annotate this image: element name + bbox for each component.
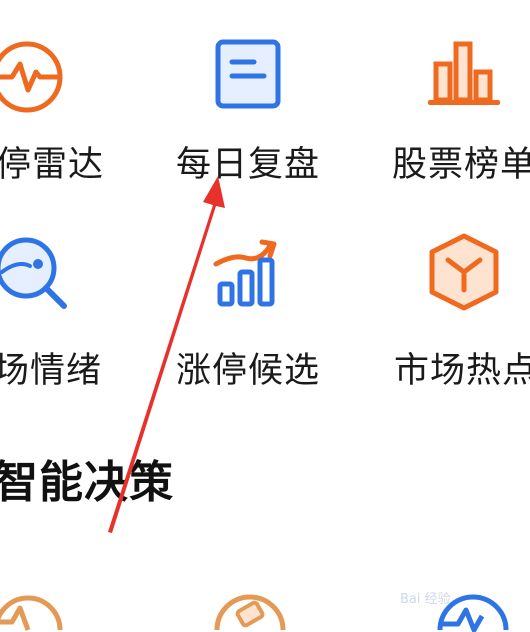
bar-chart-icon xyxy=(428,41,500,105)
tool-icon xyxy=(214,594,286,631)
watermark: Bai 经验 xyxy=(400,592,451,607)
menu-item-label: 场情绪 xyxy=(0,351,103,391)
document-icon xyxy=(215,39,281,109)
growth-chart-icon xyxy=(213,239,277,307)
menu-item-label: 每日复盘 xyxy=(176,145,321,185)
magnifier-icon xyxy=(0,237,67,309)
radar-icon xyxy=(0,41,63,113)
cube-icon xyxy=(429,233,499,311)
menu-item-label: 涨停候选 xyxy=(176,351,321,391)
trend-icon xyxy=(0,595,63,631)
menu-item-label: 市场热点 xyxy=(394,351,530,391)
menu-item-label: 停雷达 xyxy=(0,145,105,185)
menu-item-label: 股票榜单 xyxy=(392,145,530,185)
section-title: 智能决策 xyxy=(0,457,174,508)
